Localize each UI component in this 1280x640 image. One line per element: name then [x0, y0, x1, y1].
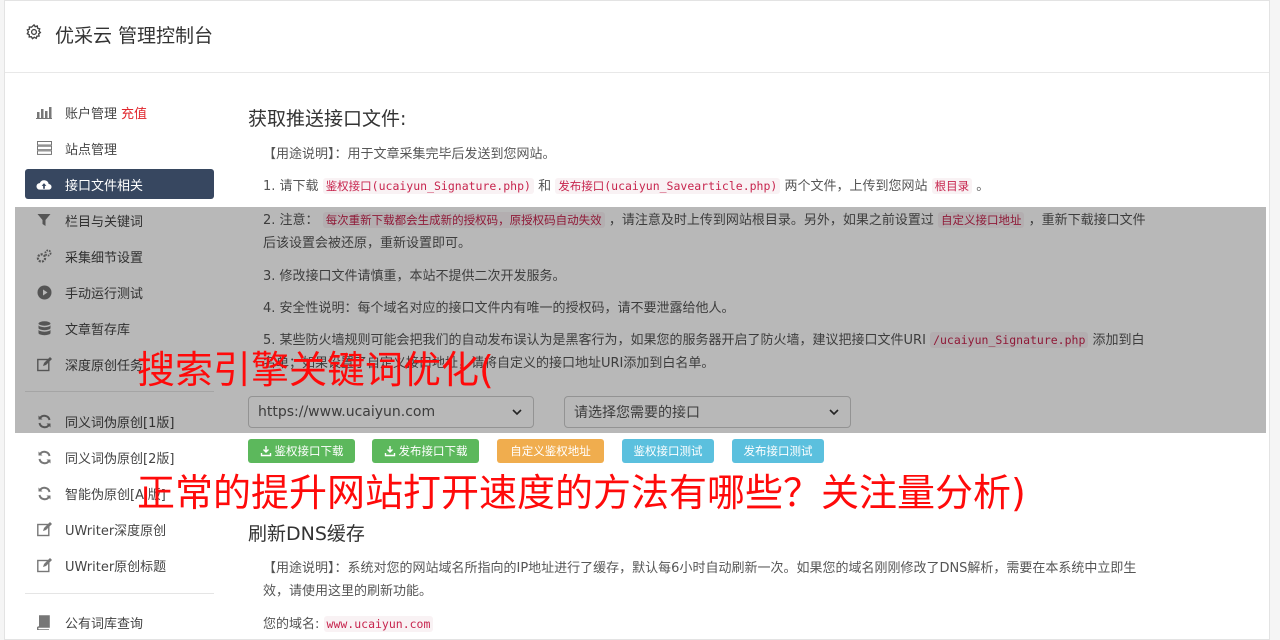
sidebar-divider	[25, 593, 214, 594]
step-text: 。	[976, 179, 990, 194]
usage-note: 【用途说明】：用于文章采集完毕后发送到您网站。	[263, 147, 556, 162]
edit-icon	[36, 521, 52, 537]
overlay-headline-line1: 搜索引擎关键词优化(	[137, 348, 494, 392]
sidebar-item-sites[interactable]: 站点管理	[25, 133, 214, 163]
sidebar-item-synonym-v2[interactable]: 同义词伪原创[2版]	[25, 442, 214, 472]
sidebar-item-api-files[interactable]: 接口文件相关	[25, 169, 214, 199]
recharge-link[interactable]: 充值	[121, 103, 147, 122]
section-title-api-files: 获取推送接口文件:	[248, 108, 407, 130]
step-text: 1. 请下载	[263, 179, 319, 194]
dns-usage-note: 【用途说明】：系统对您的网站域名所指向的IP地址进行了缓存，默认每6小时自动刷新…	[263, 561, 1137, 599]
test-publish-button[interactable]: 发布接口测试	[732, 439, 824, 463]
page-title: 优采云 管理控制台	[55, 25, 214, 47]
refresh-icon	[36, 413, 52, 429]
button-label: 发布接口下载	[398, 444, 468, 458]
sidebar-item-manual-run[interactable]: 手动运行测试	[25, 277, 214, 307]
custom-sign-url-button[interactable]: 自定义鉴权地址	[497, 439, 604, 463]
button-label: 鉴权接口下载	[274, 444, 344, 458]
sidebar-item-uwriter-title[interactable]: UWriter原创标题	[25, 550, 214, 580]
bar-chart-icon	[36, 104, 52, 120]
sidebar-item-label: 深度原创任务	[65, 358, 144, 374]
play-circle-icon	[36, 284, 52, 300]
button-label: 发布接口测试	[743, 444, 813, 458]
signature-uri-code: /ucaiyun_Signature.php	[930, 332, 1089, 348]
download-publish-link[interactable]: 发布接口(ucaiyun_Savearticle.php)	[555, 178, 781, 194]
sidebar-item-label: 文章暂存库	[65, 322, 131, 338]
step-text: 5. 某些防火墙规则可能会把我们的自动发布误认为是黑客行为，如果您的服务器开启了…	[263, 333, 926, 348]
sidebar-item-label: 同义词伪原创[1版]	[65, 415, 175, 431]
api-select-value: 请选择您需要的接口	[574, 405, 700, 421]
sidebar-item-account[interactable]: 账户管理 充值	[25, 97, 214, 127]
site-select-value: https://www.ucaiyun.com	[258, 404, 436, 420]
root-dir-code: 根目录	[931, 178, 973, 194]
step-2: 2. 注意： 每次重新下载都会生成新的授权码，原授权码自动失效 ，请注意及时上传…	[263, 209, 1153, 255]
sidebar-item-article-storage[interactable]: 文章暂存库	[25, 313, 214, 343]
step-1: 1. 请下载 鉴权接口(ucaiyun_Signature.php) 和 发布接…	[263, 175, 1153, 198]
header: 优采云 管理控制台	[5, 1, 1269, 73]
test-sign-button[interactable]: 鉴权接口测试	[622, 439, 714, 463]
overlay-headline-line2: 正常的提升网站打开速度的方法有哪些？关注量分析)	[137, 471, 1026, 515]
button-label: 自定义鉴权地址	[510, 444, 591, 458]
download-sign-button[interactable]: 鉴权接口下载	[248, 439, 355, 463]
step-text: 和	[538, 179, 552, 194]
domain-label: 您的域名:	[263, 617, 320, 632]
refresh-icon	[36, 449, 52, 465]
refresh-icon	[36, 485, 52, 501]
cogs-icon	[36, 248, 52, 264]
step-4: 4. 安全性说明：每个域名对应的接口文件内有唯一的授权码，请不要泄露给他人。	[263, 301, 735, 316]
sidebar-item-label: 手动运行测试	[65, 286, 144, 302]
sidebar-item-label: 同义词伪原创[2版]	[65, 451, 175, 467]
database-icon	[36, 320, 52, 336]
download-sign-link[interactable]: 鉴权接口(ucaiyun_Signature.php)	[322, 178, 534, 194]
sidebar-item-label: 接口文件相关	[65, 178, 144, 194]
sidebar-item-synonym-v1[interactable]: 同义词伪原创[1版]	[25, 406, 214, 436]
main-panel: 优采云 管理控制台 账户管理 充值 站点管理 接口文件相关 栏目与关键词 采集细…	[4, 0, 1270, 640]
step-text: 两个文件，上传到您网站	[784, 179, 928, 194]
domain-value: www.ucaiyun.com	[323, 616, 434, 632]
step-text: 2. 注意：	[263, 213, 319, 228]
download-icon	[384, 446, 395, 457]
sidebar-item-label: 站点管理	[65, 142, 118, 158]
edit-icon	[36, 356, 52, 372]
sidebar-item-public-dictionary[interactable]: 公有词库查询	[25, 607, 214, 637]
step-3: 3. 修改接口文件请慎重，本站不提供二次开发服务。	[263, 269, 566, 284]
sidebar-item-label: 账户管理	[65, 106, 118, 122]
sidebar-item-label: UWriter原创标题	[65, 559, 167, 575]
server-icon	[36, 140, 52, 156]
edit-icon	[36, 557, 52, 573]
chevron-down-icon	[829, 409, 839, 416]
button-label: 鉴权接口测试	[633, 444, 703, 458]
warning-code: 每次重新下载都会生成新的授权码，原授权码自动失效	[322, 212, 605, 228]
sidebar-item-columns-keywords[interactable]: 栏目与关键词	[25, 205, 214, 235]
sidebar-item-label: 采集细节设置	[65, 250, 144, 266]
download-publish-button[interactable]: 发布接口下载	[372, 439, 479, 463]
section-title-dns: 刷新DNS缓存	[248, 523, 365, 545]
sidebar-item-label: UWriter深度原创	[65, 523, 167, 539]
sidebar-item-uwriter-deep[interactable]: UWriter深度原创	[25, 514, 214, 544]
step-text: ，请注意及时上传到网站根目录。另外，如果之前设置过	[608, 213, 934, 228]
book-icon	[36, 614, 52, 630]
custom-api-code: 自定义接口地址	[937, 212, 1025, 228]
cloud-upload-icon	[36, 176, 52, 192]
filter-icon	[36, 212, 52, 228]
download-icon	[260, 446, 271, 457]
api-select[interactable]: 请选择您需要的接口	[564, 396, 851, 428]
site-select[interactable]: https://www.ucaiyun.com	[248, 396, 534, 428]
sidebar-item-collect-settings[interactable]: 采集细节设置	[25, 241, 214, 271]
chevron-down-icon	[512, 409, 522, 416]
domain-row: 您的域名: www.ucaiyun.com	[263, 613, 1153, 636]
sidebar-item-label: 栏目与关键词	[65, 214, 144, 230]
gear-icon[interactable]	[25, 23, 43, 41]
sidebar-item-label: 公有词库查询	[65, 616, 144, 632]
